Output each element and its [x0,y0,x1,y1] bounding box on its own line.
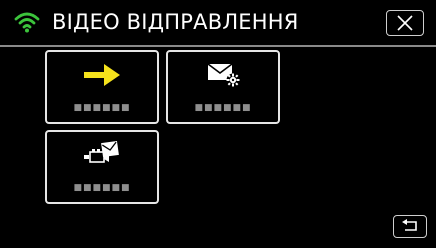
close-icon [397,15,413,31]
back-arrow-icon [402,219,417,231]
camera-mail-icon [47,140,157,170]
arrow-right-icon [47,60,157,90]
tile-label: ■■■■■■ [194,103,252,113]
close-button[interactable] [386,10,424,36]
header-divider [0,45,436,47]
send-button[interactable]: ■■■■■■ [45,50,159,124]
camera-mail-button[interactable]: ■■■■■■ [45,130,159,204]
wifi-icon [14,11,40,33]
back-button[interactable] [393,215,427,238]
header-bar: ВІДЕО ВІДПРАВЛЕННЯ [0,0,436,45]
mail-settings-button[interactable]: ■■■■■■ [166,50,280,124]
page-title: ВІДЕО ВІДПРАВЛЕННЯ [52,10,299,34]
tile-label: ■■■■■■ [73,103,131,113]
tile-label: ■■■■■■ [73,183,131,193]
mail-settings-icon [168,60,278,90]
